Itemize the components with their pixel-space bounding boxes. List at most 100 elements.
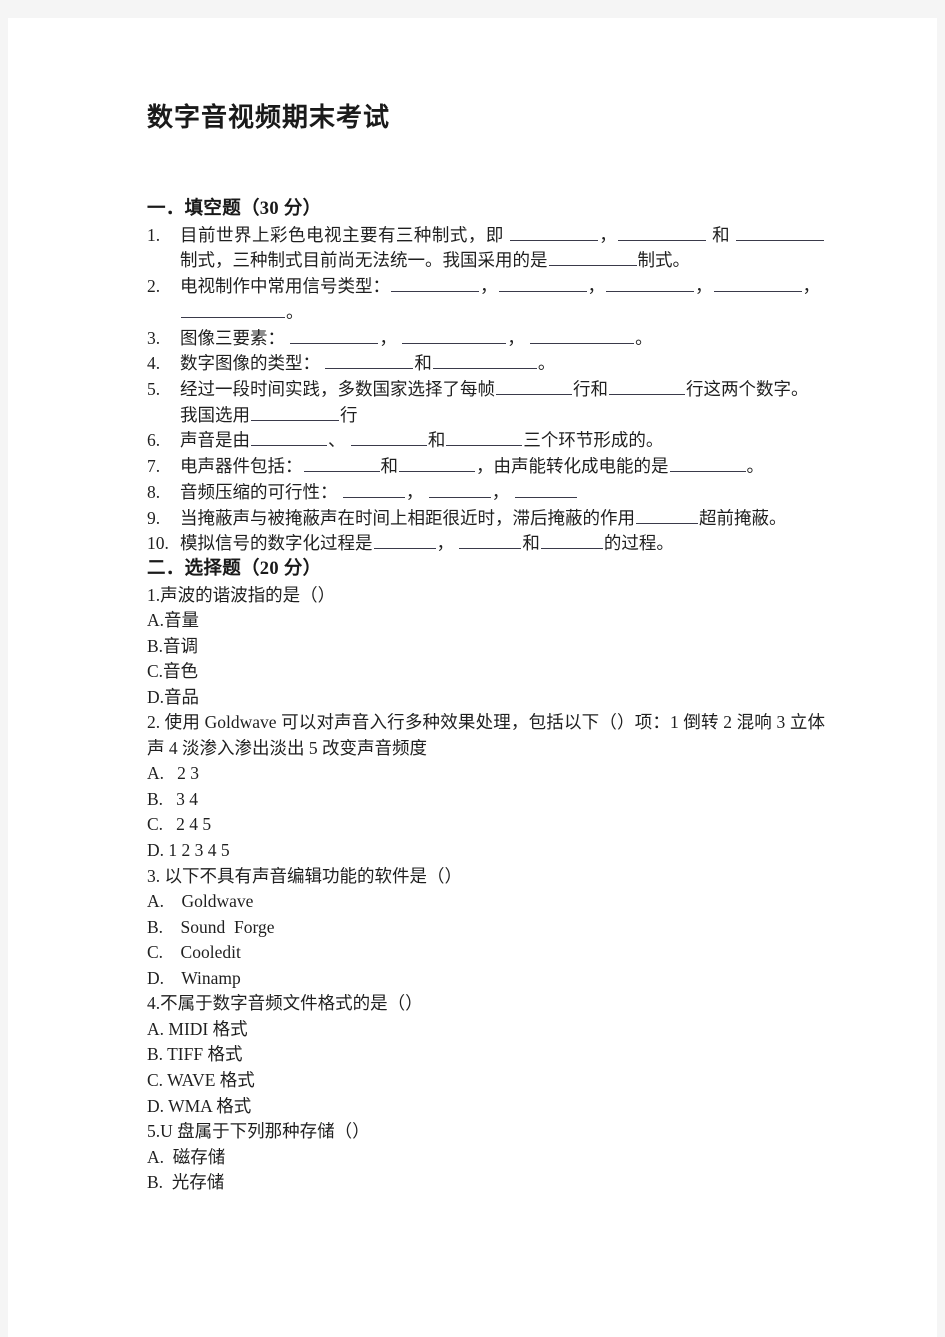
answer-option[interactable]: B. Sound Forge <box>147 915 825 941</box>
question-text: 三个环节形成的。 <box>523 430 664 451</box>
fill-in-blank-question: 5. 经过一段时间实践，多数国家选择了每帧 行和 行这两个数字。我国选用行 <box>147 377 825 428</box>
answer-blank[interactable] <box>459 532 522 550</box>
answer-option[interactable]: D. 1 2 3 4 5 <box>147 838 825 864</box>
answer-blank[interactable] <box>181 300 285 318</box>
fill-in-blank-list: 1. 目前世界上彩色电视主要有三种制式，即 ， 和 制式，三种制式目前尚无法统一。… <box>147 223 825 557</box>
question-text: 行 <box>340 404 358 425</box>
question-text: ， <box>480 276 498 297</box>
answer-blank[interactable] <box>713 275 802 293</box>
question-text: 目前世界上彩色电视主要有三种制式，即 <box>180 224 509 245</box>
question-text: 经过一段时间实践，多数国家选择了每帧 <box>180 379 495 400</box>
answer-blank[interactable] <box>514 480 577 498</box>
question-text: ， <box>802 276 821 297</box>
answer-blank[interactable] <box>618 223 707 241</box>
answer-blank[interactable] <box>496 377 572 396</box>
answer-blank[interactable] <box>498 275 587 293</box>
answer-option[interactable]: D. WMA 格式 <box>147 1094 825 1120</box>
question-number: 9. <box>147 507 161 528</box>
answer-blank[interactable] <box>391 275 479 293</box>
answer-blank[interactable] <box>399 455 475 473</box>
document-page: 数字音视频期末考试 一．填空题（30 分） 1. 目前世界上彩色电视主要有三种制式… <box>8 18 937 1337</box>
answer-option[interactable]: D. Winamp <box>147 966 825 992</box>
answer-option[interactable]: C. 2 4 5 <box>147 812 825 838</box>
answer-blank[interactable] <box>432 352 537 370</box>
question-text: 图像三要素： <box>180 327 290 348</box>
question-text: ， <box>598 224 618 245</box>
multiple-choice-list: 1.声波的谐波指的是（） A.音量 B.音调 C.音色 D.音品 2. 使用 Goldwa… <box>147 583 825 1196</box>
question-text: 超前掩蔽。 <box>699 507 787 528</box>
question-stem: 1.声波的谐波指的是（） <box>147 584 336 605</box>
question-text: ，由声能转化成电能的是 <box>476 456 669 477</box>
answer-blank[interactable] <box>290 326 379 344</box>
question-text: 数字图像的类型： <box>180 353 325 374</box>
fill-in-blank-question: 3. 图像三要素： ， ， 。 <box>147 326 825 352</box>
question-number: 8. <box>147 481 161 502</box>
answer-blank[interactable] <box>342 480 405 498</box>
answer-option[interactable]: A.音量 <box>147 608 825 634</box>
answer-blank[interactable] <box>736 223 825 241</box>
question-number: 4. <box>147 353 161 374</box>
page-title: 数字音视频期末考试 <box>147 103 391 132</box>
multiple-choice-question: 2. 使用 Goldwave 可以对声音入行多种效果处理，包括以下（）项：1 倒… <box>147 710 825 863</box>
question-text: 模拟信号的数字化过程是 <box>180 533 373 554</box>
answer-option[interactable]: A. Goldwave <box>147 889 825 915</box>
question-number: 2. <box>147 276 161 297</box>
question-stem: 2. 使用 Goldwave 可以对声音入行多种效果处理，包括以下（）项：1 倒… <box>147 712 825 758</box>
answer-blank[interactable] <box>325 352 414 370</box>
question-text: ， <box>587 276 606 297</box>
answer-blank[interactable] <box>609 377 685 396</box>
answer-blank[interactable] <box>669 455 746 473</box>
section-heading-multiple-choice: 二．选择题（20 分） <box>147 559 322 580</box>
answer-blank[interactable] <box>636 506 698 524</box>
multiple-choice-question: 1.声波的谐波指的是（） A.音量 B.音调 C.音色 D.音品 <box>147 583 825 711</box>
answer-blank[interactable] <box>251 429 327 447</box>
answer-option[interactable]: B. TIFF 格式 <box>147 1042 825 1068</box>
question-text: 和 <box>414 353 432 374</box>
fill-in-blank-question: 4. 数字图像的类型： 和 。 <box>147 351 825 377</box>
fill-in-blank-question: 7. 电声器件包括： 和 ，由声能转化成电能的是 。 <box>147 454 825 480</box>
answer-blank[interactable] <box>428 480 491 498</box>
answer-blank[interactable] <box>540 532 603 550</box>
question-text: 和 <box>707 224 736 245</box>
question-number: 3. <box>147 327 161 348</box>
question-text: 。 <box>286 301 304 322</box>
question-number: 10. <box>147 533 169 554</box>
answer-option[interactable]: C.音色 <box>147 659 825 685</box>
question-text: 和 <box>427 430 446 451</box>
question-text: 音频压缩的可行性： <box>180 481 342 502</box>
question-text: 。 <box>635 327 653 348</box>
answer-option[interactable]: C. WAVE 格式 <box>147 1068 825 1094</box>
answer-blank[interactable] <box>303 455 380 473</box>
answer-blank[interactable] <box>606 275 694 293</box>
answer-blank[interactable] <box>530 326 635 344</box>
question-text: 。 <box>746 456 765 477</box>
question-text: 声音是由 <box>180 430 250 451</box>
question-text: 的过程。 <box>603 533 674 554</box>
answer-option[interactable]: B. 光存储 <box>147 1170 825 1196</box>
question-text: 和 <box>380 456 399 477</box>
document-content: 数字音视频期末考试 一．填空题（30 分） 1. 目前世界上彩色电视主要有三种制式… <box>147 18 825 1196</box>
question-text: 和 <box>522 533 540 554</box>
question-text: ， <box>379 327 402 348</box>
question-stem: 5.U 盘属于下列那种存储（） <box>147 1121 370 1142</box>
answer-blank[interactable] <box>373 532 436 550</box>
answer-option[interactable]: A. 磁存储 <box>147 1145 825 1171</box>
answer-blank[interactable] <box>251 403 339 421</box>
answer-blank[interactable] <box>509 223 598 241</box>
answer-blank[interactable] <box>446 429 523 447</box>
question-stem: 4.不属于数字音频文件格式的是（） <box>147 993 423 1014</box>
answer-option[interactable]: C. Cooledit <box>147 940 825 966</box>
answer-blank[interactable] <box>350 429 427 447</box>
question-text: 行和 <box>573 379 608 400</box>
answer-option[interactable]: D.音品 <box>147 685 825 711</box>
answer-blank[interactable] <box>402 326 507 344</box>
fill-in-blank-question: 6. 声音是由 、 和 三个环节形成的。 <box>147 428 825 454</box>
answer-option[interactable]: A. MIDI 格式 <box>147 1017 825 1043</box>
answer-blank[interactable] <box>548 249 637 267</box>
answer-option[interactable]: B.音调 <box>147 634 825 660</box>
question-text: 电视制作中常用信号类型： <box>180 276 390 297</box>
answer-option[interactable]: B. 3 4 <box>147 787 825 813</box>
answer-option[interactable]: A. 2 3 <box>147 761 825 787</box>
fill-in-blank-question: 10. 模拟信号的数字化过程是 ， 和 的过程。 <box>147 531 825 557</box>
question-text: 制式。 <box>637 250 691 271</box>
